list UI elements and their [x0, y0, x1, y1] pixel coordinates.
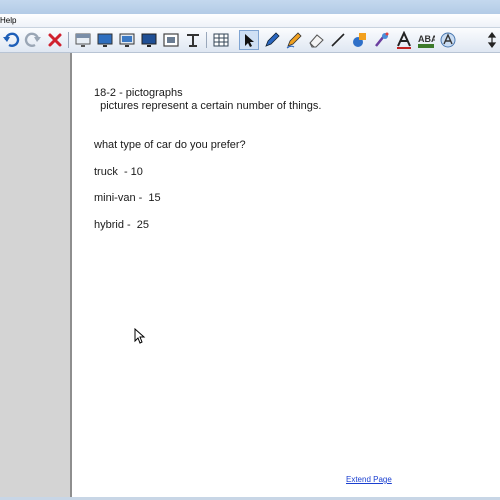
display-icon[interactable] — [95, 30, 115, 50]
creative-pen-icon[interactable] — [284, 30, 304, 50]
eraser-icon[interactable] — [306, 30, 326, 50]
page-subtitle: pictures represent a certain number of t… — [94, 100, 322, 112]
presentation-icon[interactable] — [139, 30, 159, 50]
toolbar: ABA — [0, 28, 500, 53]
magic-pen-icon[interactable] — [372, 30, 392, 50]
answer-truck: truck - 10 — [94, 166, 143, 178]
screen-shade-icon[interactable] — [73, 30, 93, 50]
svg-text:ABA: ABA — [418, 34, 435, 44]
redo-icon[interactable] — [23, 30, 43, 50]
move-toolbar-icon[interactable] — [482, 30, 500, 50]
answer-mini-van: mini-van - 15 — [94, 192, 161, 204]
pen-icon[interactable] — [262, 30, 282, 50]
font-color-icon[interactable]: ABA — [416, 30, 436, 50]
whiteboard-page[interactable]: 18-2 - pictographs pictures represent a … — [72, 53, 500, 500]
monitor-icon[interactable] — [117, 30, 137, 50]
table-icon[interactable] — [211, 30, 231, 50]
page-heading: 18-2 - pictographs — [94, 87, 183, 99]
survey-question: what type of car do you prefer? — [94, 139, 246, 151]
undo-icon[interactable] — [1, 30, 21, 50]
delete-icon[interactable] — [45, 30, 65, 50]
text-format-icon[interactable] — [183, 30, 203, 50]
fill-icon[interactable] — [438, 30, 458, 50]
toolbar-separator — [68, 32, 69, 48]
page-sorter-sidebar[interactable] — [0, 53, 70, 500]
line-icon[interactable] — [328, 30, 348, 50]
shapes-icon[interactable] — [350, 30, 370, 50]
menu-bar: Help — [0, 14, 500, 28]
capture-icon[interactable] — [161, 30, 181, 50]
mouse-cursor-icon — [134, 327, 146, 349]
extend-page-link[interactable]: Extend Page — [346, 475, 392, 484]
window-title-bar — [0, 0, 500, 14]
menu-help[interactable]: Help — [0, 14, 16, 27]
select-arrow-icon[interactable] — [239, 30, 259, 50]
answer-hybrid: hybrid - 25 — [94, 219, 150, 231]
toolbar-separator — [206, 32, 207, 48]
text-icon[interactable] — [394, 30, 414, 50]
